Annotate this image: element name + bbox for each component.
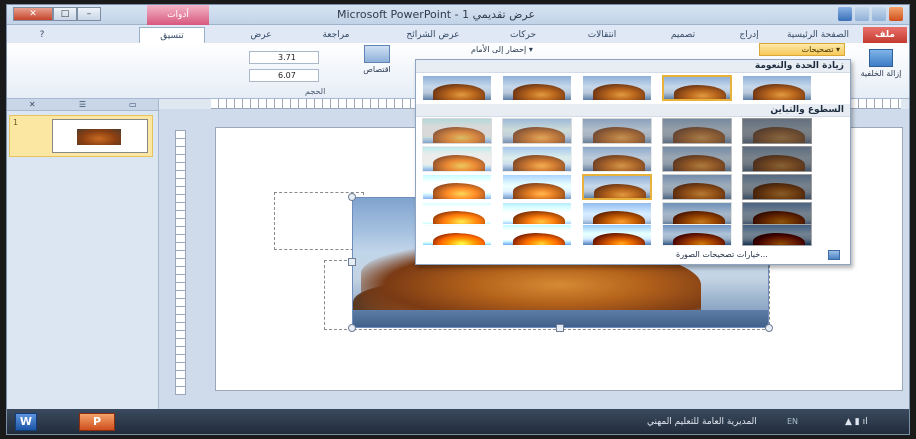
title-bar: ✕ □ – أدوات Microsoft PowerPoint - عرض ت… — [7, 5, 909, 25]
corrections-label: تصحيحات — [801, 45, 834, 54]
pane-tabs: ✕ ☰ ▭ — [7, 99, 158, 111]
brightness-option[interactable] — [582, 146, 652, 172]
slide-thumbnail-item[interactable]: 1 — [9, 115, 153, 157]
taskbar-window-title: المديرية العامة للتعليم المهني — [647, 417, 757, 427]
brightness-option[interactable] — [662, 174, 732, 200]
width-value: 6.07 — [278, 71, 296, 80]
resize-handle-left[interactable] — [348, 258, 356, 266]
tab-view[interactable]: عرض — [235, 27, 287, 43]
close-pane-icon[interactable]: ✕ — [7, 99, 57, 110]
resize-handle-top-left[interactable] — [348, 193, 356, 201]
ribbon-tabs: ملف الصفحة الرئيسية إدراج تصميم انتقالات… — [7, 25, 909, 43]
width-spinner[interactable]: 6.07 — [249, 69, 319, 82]
brightness-option[interactable] — [742, 146, 812, 172]
height-spinner[interactable]: 3.71 — [249, 51, 319, 64]
crop-label: اقتصاص — [363, 65, 391, 74]
tab-review[interactable]: مراجعة — [303, 27, 369, 43]
picture-corrections-options-link[interactable]: خيارات تصحيحات الصورة... — [676, 250, 768, 259]
tab-insert[interactable]: إدراج — [725, 27, 773, 43]
tab-slide-show[interactable]: عرض الشرائح — [387, 27, 479, 43]
word-taskbar-icon[interactable]: W — [15, 413, 37, 431]
slides-tab-icon[interactable]: ▭ — [108, 99, 158, 110]
resize-handle-bottom[interactable] — [556, 324, 564, 332]
brightness-option-current[interactable] — [582, 174, 652, 200]
tab-file[interactable]: ملف — [863, 27, 907, 43]
outline-tab-icon[interactable]: ☰ — [57, 99, 107, 110]
taskbar: W P المديرية العامة للتعليم المهني EN ▲ … — [7, 409, 909, 434]
brightness-option[interactable] — [422, 174, 492, 200]
corrections-gallery: زيادة الحدة والنعومة السطوع والتباين خيا… — [415, 59, 851, 265]
brightness-option[interactable] — [742, 224, 812, 246]
brightness-option[interactable] — [662, 118, 732, 144]
bring-forward-label: إحضار إلى الأمام — [471, 45, 527, 54]
brightness-option[interactable] — [742, 174, 812, 200]
slide-number: 1 — [13, 118, 19, 127]
close-window-button[interactable]: ✕ — [13, 7, 53, 21]
vertical-ruler — [175, 130, 186, 395]
powerpoint-window: ✕ □ – أدوات Microsoft PowerPoint - عرض ت… — [6, 4, 910, 435]
brightness-option[interactable] — [582, 224, 652, 246]
sharpen-option-5[interactable] — [422, 75, 492, 101]
sharpen-option-3[interactable] — [582, 75, 652, 101]
crop-button[interactable]: اقتصاص — [359, 45, 395, 93]
resize-handle-bottom-right[interactable] — [765, 324, 773, 332]
thumbnail-picture — [77, 129, 121, 145]
brightness-option[interactable] — [422, 224, 492, 246]
brightness-option[interactable] — [742, 118, 812, 144]
slides-pane: ✕ ☰ ▭ 1 — [7, 99, 159, 409]
tab-animations[interactable]: حركات — [493, 27, 553, 43]
picture-tools-context-tab: أدوات — [147, 5, 209, 25]
brightness-option[interactable] — [502, 224, 572, 246]
size-group-label: الحجم — [305, 87, 326, 96]
brightness-option[interactable] — [502, 118, 572, 144]
slide-thumbnail[interactable] — [52, 119, 148, 153]
brightness-option[interactable] — [662, 146, 732, 172]
height-value: 3.71 — [278, 53, 296, 62]
remove-background-icon — [869, 49, 893, 67]
language-indicator[interactable]: EN — [787, 417, 798, 426]
window-controls: ✕ □ – — [13, 7, 101, 21]
ppt-app-icon — [889, 7, 903, 21]
tab-transitions[interactable]: انتقالات — [567, 27, 637, 43]
tab-design[interactable]: تصميم — [653, 27, 713, 43]
crop-icon — [364, 45, 390, 63]
bring-forward-button[interactable]: إحضار إلى الأمام ▾ — [471, 45, 533, 54]
brightness-option[interactable] — [502, 174, 572, 200]
brightness-option[interactable] — [662, 224, 732, 246]
corrections-button[interactable]: تصحيحات ▾ — [759, 43, 845, 56]
brightness-option[interactable] — [582, 118, 652, 144]
sharpen-option-2[interactable] — [662, 75, 732, 101]
sharpen-option-1[interactable] — [742, 75, 812, 101]
tray-icons[interactable]: ▲ ▮ ıl — [845, 417, 868, 427]
sharpen-section-title: زيادة الحدة والنعومة — [754, 61, 844, 71]
save-icon[interactable] — [838, 7, 852, 21]
tab-format[interactable]: تنسيق — [139, 27, 205, 43]
window-title: Microsoft PowerPoint - عرض تقديمي 1 — [337, 8, 536, 21]
brightness-option[interactable] — [422, 146, 492, 172]
brightness-option[interactable] — [422, 118, 492, 144]
powerpoint-taskbar-icon[interactable]: P — [79, 413, 115, 431]
tab-home[interactable]: الصفحة الرئيسية — [777, 27, 859, 43]
undo-icon[interactable] — [855, 7, 869, 21]
sharpen-option-4[interactable] — [502, 75, 572, 101]
redo-icon[interactable] — [872, 7, 886, 21]
brightness-option[interactable] — [502, 146, 572, 172]
quick-access-toolbar — [838, 7, 903, 21]
maximize-window-button[interactable]: □ — [53, 7, 77, 21]
help-icon[interactable]: ? — [25, 27, 59, 43]
brightness-section-title: السطوع والتباين — [770, 105, 844, 115]
picture-options-icon — [828, 250, 840, 260]
minimize-window-button[interactable]: – — [77, 7, 101, 21]
remove-background-label: إزالة الخلفية — [860, 69, 902, 78]
resize-handle-bottom-left[interactable] — [348, 324, 356, 332]
remove-background-button[interactable]: إزالة الخلفية — [855, 49, 907, 95]
